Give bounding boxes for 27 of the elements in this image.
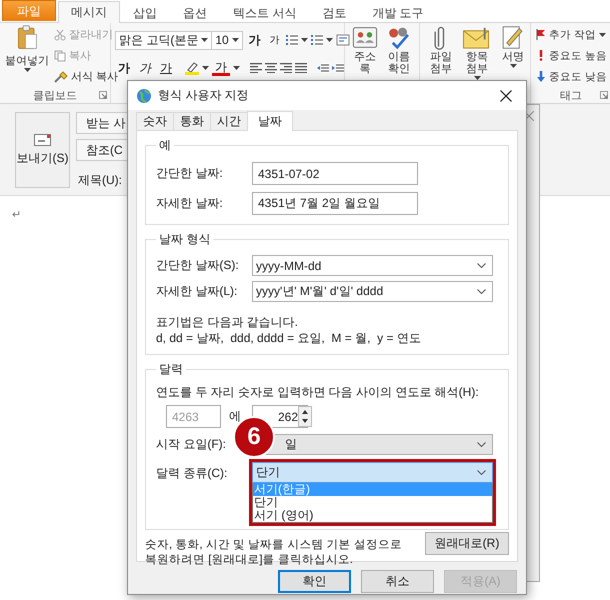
group-label: 태그 bbox=[560, 88, 582, 102]
button-label: 항목 첨부 bbox=[465, 51, 489, 75]
dialog-title: 형식 사용자 지정 bbox=[158, 87, 249, 104]
field-label: 간단한 날짜: bbox=[156, 165, 224, 182]
field-label: 시작 요일(F): bbox=[156, 436, 227, 453]
button-label: 주소록 bbox=[353, 51, 377, 75]
field-label: 간단한 날짜(S): bbox=[156, 257, 240, 274]
notation-title: 표기법은 다음과 같습니다. bbox=[156, 314, 300, 330]
group-label: 클립보드 bbox=[33, 88, 77, 102]
subject-label: 제목(U): bbox=[77, 172, 123, 189]
group-title: 예 bbox=[158, 137, 172, 154]
notation-text: d, dd = 날짜, ddd, dddd = 요일, M = 월, y = 연도 bbox=[156, 330, 422, 346]
group-title: 날짜 형식 bbox=[158, 231, 212, 248]
sample-field: 4351년 7월 2일 월요일 bbox=[252, 192, 418, 215]
paste-label: 붙여넣기 bbox=[5, 55, 49, 67]
year-range-label: 연도를 두 자리 숫자로 입력하면 다음 사이의 연도로 해석(H): bbox=[156, 384, 480, 401]
year-from-field: 4263 bbox=[166, 405, 221, 428]
button-label: 서명 bbox=[501, 51, 525, 63]
button-label: 이름 확인 bbox=[387, 51, 411, 75]
group-title: 달력 bbox=[158, 361, 184, 378]
restore-hint: 숫자, 통화, 시간 및 날짜를 시스템 기본 설정으로 복원하려면 [원래대로]를 클릭하십시오. bbox=[145, 538, 403, 568]
paragraph-mark: ↵ bbox=[12, 208, 21, 221]
field-label: 자세한 날짜(L): bbox=[156, 283, 238, 300]
field-label: 달력 종류(C): bbox=[156, 465, 228, 482]
field-label: 자세한 날짜: bbox=[156, 195, 224, 212]
sample-field: 4351-07-02 bbox=[252, 162, 418, 185]
button-label: 파일 첨부 bbox=[429, 51, 453, 75]
